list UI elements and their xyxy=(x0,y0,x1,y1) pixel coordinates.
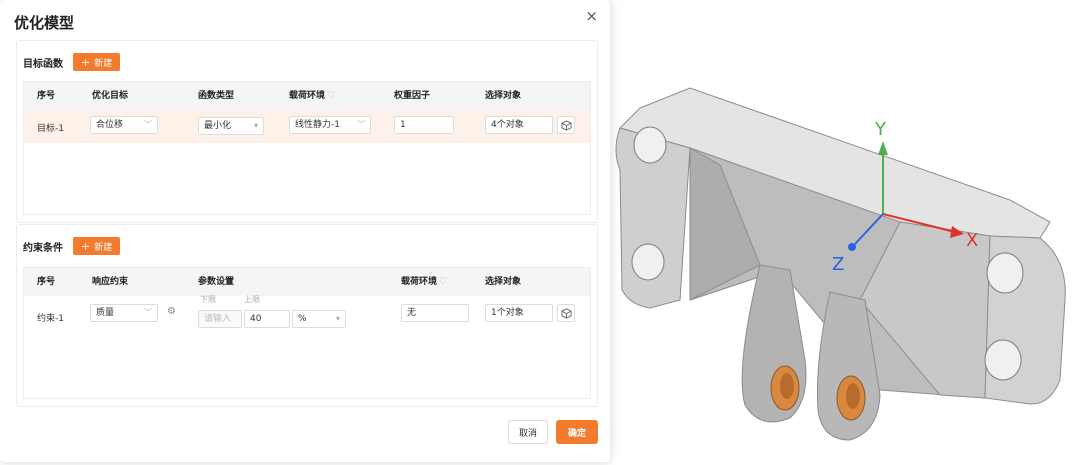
app-stage: 优化模型 × 目标函数 + 新建 序号 优化目标 函数类型 载荷环境 ♡ 权重因子… xyxy=(0,0,1080,465)
col-target: 优化目标 xyxy=(92,91,129,101)
col-func-type: 函数类型 xyxy=(198,91,235,101)
optimize-model-dialog: 优化模型 × 目标函数 + 新建 序号 优化目标 函数类型 载荷环境 ♡ 权重因子… xyxy=(0,0,610,462)
cube-icon xyxy=(560,119,572,131)
lightbulb-icon: ♡ xyxy=(327,91,336,101)
select-objects-button[interactable] xyxy=(557,116,575,134)
objectives-section: 目标函数 + 新建 序号 优化目标 函数类型 载荷环境 ♡ 权重因子 选择对象 目… xyxy=(16,40,598,223)
x-axis-label: X xyxy=(966,230,978,251)
table-row: 约束-1 质量 ﹀ ⚙ 下限 上限 请输入 40 % ▾ 无 1个对象 xyxy=(24,295,590,336)
col-load-env: 载荷环境 ♡ xyxy=(401,277,448,287)
constraints-table-header: 序号 响应约束 参数设置 载荷环境 ♡ 选择对象 xyxy=(24,268,590,296)
chevron-down-icon: ﹀ xyxy=(144,120,152,129)
col-weight: 权重因子 xyxy=(394,91,431,101)
col-response: 响应约束 xyxy=(92,277,129,287)
chevron-down-icon: ﹀ xyxy=(144,308,152,317)
col-index: 序号 xyxy=(37,277,56,287)
y-axis-label: Y xyxy=(874,119,887,140)
constraints-section: 约束条件 + 新建 序号 响应约束 参数设置 载荷环境♡ 选择对象 约束-1 xyxy=(16,224,598,407)
select-objects-button[interactable] xyxy=(557,304,575,322)
col-objects: 选择对象 xyxy=(485,91,522,101)
close-icon[interactable]: × xyxy=(585,9,598,24)
dialog-title: 优化模型 xyxy=(14,14,75,32)
chevron-down-icon: ﹀ xyxy=(357,120,365,129)
add-objective-button[interactable]: + 新建 xyxy=(73,53,121,71)
lower-label: 下限 xyxy=(200,295,216,304)
add-constraint-label: 新建 xyxy=(94,242,113,253)
table-row: 目标-1 合位移 ﹀ 最小化 ▾ 线性静力-1 ﹀ 1 4个对象 xyxy=(24,110,590,143)
constraints-title: 约束条件 xyxy=(23,242,63,254)
col-params: 参数设置 xyxy=(198,277,235,287)
col-index: 序号 xyxy=(37,91,56,101)
load-env-select[interactable]: 线性静力-1 ﹀ xyxy=(289,116,371,134)
model-viewport[interactable]: Y X Z xyxy=(612,80,1080,465)
caret-down-icon: ▾ xyxy=(335,314,340,323)
caret-down-icon: ▾ xyxy=(253,121,258,130)
objects-field[interactable]: 4个对象 xyxy=(485,116,553,134)
plus-icon: + xyxy=(81,55,91,69)
col-load-env: 载荷环境 ♡ xyxy=(289,91,336,101)
add-constraint-button[interactable]: + 新建 xyxy=(73,237,121,255)
lower-limit-input[interactable]: 请输入 xyxy=(198,310,242,328)
func-type-select[interactable]: 最小化 ▾ xyxy=(198,117,264,135)
z-axis-label: Z xyxy=(832,254,844,275)
constraint-index: 约束-1 xyxy=(37,314,64,324)
unit-select[interactable]: % ▾ xyxy=(292,310,346,328)
constraint-load-env-field[interactable]: 无 xyxy=(401,304,469,322)
weight-input[interactable]: 1 xyxy=(394,116,454,134)
upper-limit-input[interactable]: 40 xyxy=(244,310,290,328)
objectives-table: 序号 优化目标 函数类型 载荷环境 ♡ 权重因子 选择对象 目标-1 合位移 ﹀ 最… xyxy=(23,81,591,215)
plus-icon: + xyxy=(81,239,91,253)
constraint-objects-field[interactable]: 1个对象 xyxy=(485,304,553,322)
cube-icon xyxy=(560,307,572,319)
col-objects: 选择对象 xyxy=(485,277,522,287)
gear-icon[interactable]: ⚙ xyxy=(167,306,176,317)
cancel-button[interactable]: 取消 xyxy=(508,420,548,444)
response-select[interactable]: 质量 ﹀ xyxy=(90,304,158,322)
constraints-table: 序号 响应约束 参数设置 载荷环境 ♡ 选择对象 约束-1 质量 ﹀ ⚙ 下限 上限… xyxy=(23,267,591,399)
add-objective-label: 新建 xyxy=(94,58,113,69)
objectives-title: 目标函数 xyxy=(23,58,63,70)
objective-index: 目标-1 xyxy=(37,124,64,134)
target-select[interactable]: 合位移 ﹀ xyxy=(90,116,158,134)
lightbulb-icon: ♡ xyxy=(439,277,448,287)
objectives-table-header: 序号 优化目标 函数类型 载荷环境 ♡ 权重因子 选择对象 xyxy=(24,82,590,110)
confirm-button[interactable]: 确定 xyxy=(556,420,598,444)
upper-label: 上限 xyxy=(244,295,260,304)
